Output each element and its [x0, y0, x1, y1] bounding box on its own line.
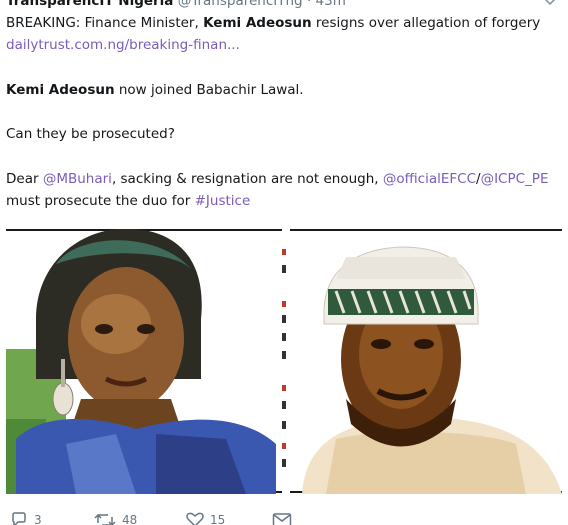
- timestamp[interactable]: 43m: [316, 0, 346, 9]
- tweet-text-line-1: BREAKING: Finance Minister, Kemi Adeosun…: [6, 15, 541, 31]
- mention-buhari[interactable]: @MBuhari: [43, 171, 112, 187]
- tweet-header: TransparencIT Nigeria @TransparencITng ·…: [6, 0, 346, 13]
- article-link[interactable]: dailytrust.com.ng/breaking-finan...: [6, 37, 240, 53]
- author-name[interactable]: TransparencIT Nigeria: [6, 0, 173, 9]
- like-button[interactable]: 15: [186, 512, 225, 525]
- tweet-media-image[interactable]: [6, 229, 562, 494]
- tweet-text-line-3: Kemi Adeosun now joined Babachir Lawal.: [6, 82, 304, 98]
- tweet: TransparencIT Nigeria @TransparencITng ·…: [0, 0, 568, 525]
- retweet-count: 48: [122, 513, 138, 525]
- tweet-text-line-5: Dear @MBuhari, sacking & resignation are…: [6, 171, 549, 187]
- tweet-text-line-2: dailytrust.com.ng/breaking-finan...: [6, 36, 240, 54]
- tweet-text-line-6: must prosecute the duo for #Justice: [6, 193, 251, 209]
- separator-dot: ·: [306, 0, 312, 9]
- direct-message-button[interactable]: [272, 512, 292, 525]
- bold-name: Kemi Adeosun: [203, 15, 312, 31]
- mention-icpc[interactable]: @ICPC_PE: [481, 171, 549, 187]
- left-portrait: [6, 229, 276, 494]
- right-portrait: [290, 231, 562, 494]
- mention-efcc[interactable]: @officialEFCC: [383, 171, 476, 187]
- reply-icon: [12, 512, 26, 525]
- tweet-actions: 3 48 15: [10, 512, 340, 525]
- chevron-down-icon[interactable]: [542, 0, 558, 8]
- retweet-button[interactable]: 48: [94, 512, 137, 525]
- portrait-illustration: [6, 229, 562, 494]
- bold-name: Kemi Adeosun: [6, 82, 115, 98]
- author-handle[interactable]: @TransparencITng: [178, 0, 303, 9]
- reply-button[interactable]: 3: [10, 512, 42, 525]
- reply-count: 3: [34, 513, 42, 525]
- direct-message-icon: [272, 513, 292, 525]
- tweet-text-line-4: Can they be prosecuted?: [6, 126, 175, 142]
- middle-text-fragment: [282, 249, 286, 467]
- like-count: 15: [210, 513, 226, 525]
- hashtag-justice[interactable]: #Justice: [195, 193, 251, 209]
- retweet-icon: [94, 513, 116, 525]
- heart-icon: [186, 512, 204, 525]
